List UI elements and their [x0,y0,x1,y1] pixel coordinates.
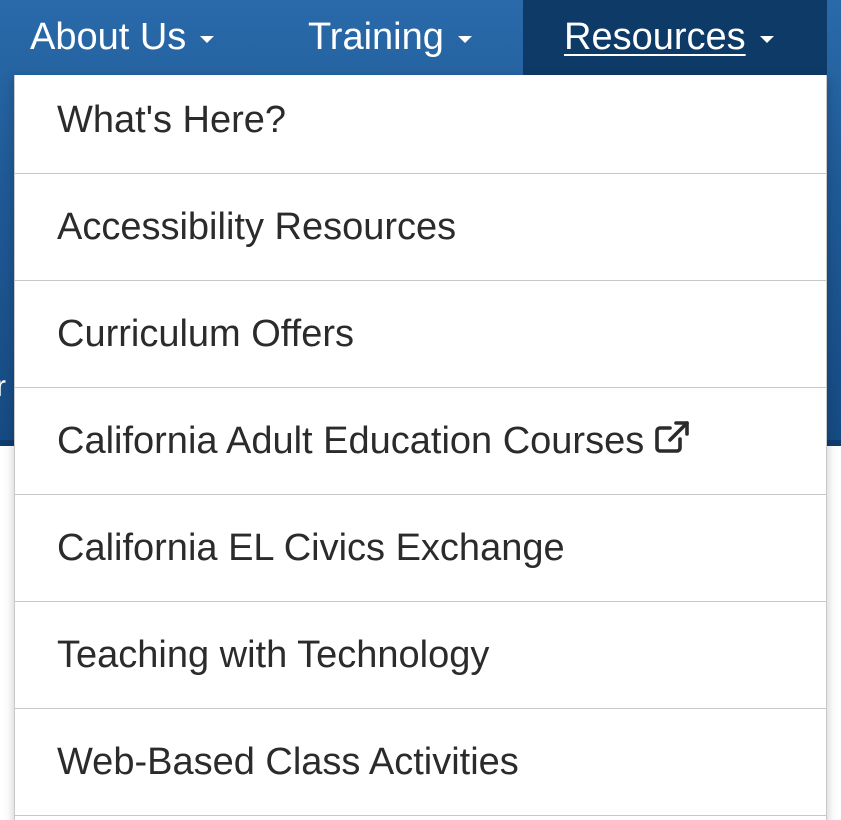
menu-item-label: Curriculum Offers [57,312,355,355]
menu-item-accessibility-resources[interactable]: Accessibility Resources [15,174,826,281]
menu-item-label: Accessibility Resources [57,205,457,248]
external-link-icon [655,421,690,453]
nav-training-label: Training [308,16,444,58]
caret-down-icon [200,36,215,43]
page: r About Us Training Resources What's Her… [0,0,841,820]
nav-about-us[interactable]: About Us [30,0,215,75]
caret-down-icon [759,36,774,43]
menu-item-teaching-with-technology[interactable]: Teaching with Technology [15,602,826,709]
main-navbar: About Us Training Resources [0,0,841,75]
menu-item-web-based-class-activities[interactable]: Web-Based Class Activities [15,709,826,816]
menu-item-label: California EL Civics Exchange [57,526,565,569]
menu-item-california-adult-education-courses[interactable]: California Adult Education Courses [15,388,826,495]
menu-item-label: California Adult Education Courses [57,419,645,462]
nav-training[interactable]: Training [308,0,472,75]
menu-item-whats-here[interactable]: What's Here? [15,75,826,174]
hero-text-fragment: r [0,370,6,403]
nav-about-us-label: About Us [30,16,187,58]
menu-item-label: Web-Based Class Activities [57,740,519,783]
menu-item-label: Teaching with Technology [57,633,490,676]
menu-item-label: What's Here? [57,98,287,141]
menu-item-california-el-civics-exchange[interactable]: California EL Civics Exchange [15,495,826,602]
menu-item-curriculum-offers[interactable]: Curriculum Offers [15,281,826,388]
nav-resources[interactable]: Resources [523,0,827,75]
resources-dropdown-menu: What's Here? Accessibility Resources Cur… [14,75,827,820]
caret-down-icon [457,36,472,43]
nav-resources-label: Resources [564,16,746,58]
